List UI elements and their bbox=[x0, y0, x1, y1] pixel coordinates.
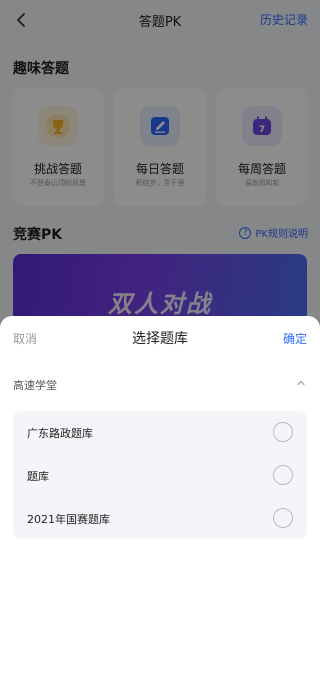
radio-button[interactable] bbox=[273, 422, 293, 442]
sheet-title: 选择题库 bbox=[132, 331, 188, 347]
option-item[interactable]: 广东路政题库 bbox=[13, 411, 307, 453]
option-item[interactable]: 题库 bbox=[13, 454, 307, 496]
question-bank-options: 广东路政题库 题库 2021年国赛题库 bbox=[13, 411, 307, 539]
confirm-button[interactable]: 确定 bbox=[283, 330, 307, 347]
option-label: 广东路政题库 bbox=[27, 427, 93, 440]
group-label[interactable]: 高速学堂 bbox=[13, 377, 57, 393]
option-item[interactable]: 2021年国赛题库 bbox=[13, 497, 307, 539]
option-label: 题库 bbox=[27, 470, 49, 483]
option-label: 2021年国赛题库 bbox=[27, 513, 110, 526]
select-question-bank-sheet: 取消 选择题库 确定 高速学堂 广东路政题库 题库 2021年国赛题库 bbox=[0, 316, 320, 673]
radio-button[interactable] bbox=[273, 465, 293, 485]
radio-button[interactable] bbox=[273, 508, 293, 528]
chevron-up-icon[interactable] bbox=[296, 378, 306, 388]
